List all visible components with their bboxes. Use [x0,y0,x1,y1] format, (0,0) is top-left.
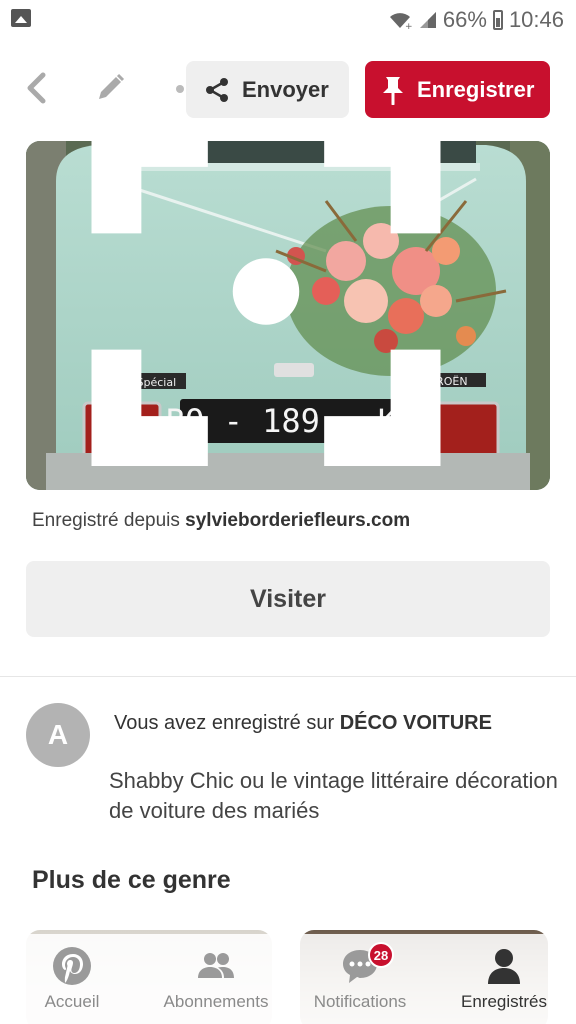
profile-icon [488,949,520,984]
nav-notifications-label: Notifications [313,992,407,1011]
nav-home-label: Accueil [44,992,100,1011]
separator-dot [176,85,184,93]
saved-from-text: Enregistré depuis sylvieborderiefleurs.c… [32,510,410,532]
bottom-navigation: Accueil Abonnements 28 Notifications Enr… [0,934,576,1024]
send-label: Envoyer [242,76,329,102]
nav-saved[interactable]: Enregistrés [432,934,576,1024]
nav-following[interactable]: Abonnements [144,934,288,1024]
people-icon [198,953,234,978]
board-name-link[interactable]: DÉCO VOITURE [340,712,492,734]
clock: 10:46 [508,7,564,32]
battery-icon [492,10,503,30]
status-bar: + 66% 10:46 [0,0,576,40]
chevron-left-icon [27,72,46,104]
back-button[interactable] [18,70,54,106]
edit-button[interactable] [90,70,130,106]
status-bar-right: + 66% 10:46 [387,6,564,34]
saved-on-prefix: Vous avez enregistré sur [114,712,335,734]
share-icon [206,77,228,102]
section-divider [0,676,576,677]
save-label: Enregistrer [417,76,535,102]
pin-toolbar: Envoyer Enregistrer [0,58,576,120]
pencil-icon [99,73,125,99]
saved-on-board-text: Vous avez enregistré sur DÉCO VOITURE [114,710,534,737]
nav-saved-label: Enregistrés [461,992,547,1011]
visit-button[interactable]: Visiter [26,561,550,637]
pinterest-icon [53,947,91,985]
saved-from-prefix: Enregistré depuis [32,510,180,531]
source-domain-link[interactable]: sylvieborderiefleurs.com [185,510,410,531]
notification-count-badge: 28 [368,942,394,968]
pin-image[interactable]: 2CV6 Spécial CITROËN BQ - 189 - KZ [26,141,550,490]
send-button[interactable]: Envoyer [186,61,349,118]
expand-icon[interactable] [26,141,528,466]
wifi-icon: + [387,10,413,32]
nav-notifications[interactable]: 28 Notifications [288,934,432,1024]
gallery-notification-icon [11,9,31,27]
more-like-this-title: Plus de ce genre [32,866,231,894]
signal-icon [419,12,436,28]
battery-percent: 66% [442,7,487,32]
nav-following-label: Abonnements [163,992,269,1011]
pushpin-icon [383,76,403,105]
nav-home[interactable]: Accueil [0,934,144,1024]
save-button[interactable]: Enregistrer [365,61,550,118]
svg-text:+: + [405,22,413,30]
pin-description: Shabby Chic ou le vintage littéraire déc… [109,768,558,823]
avatar[interactable]: A [26,703,90,767]
